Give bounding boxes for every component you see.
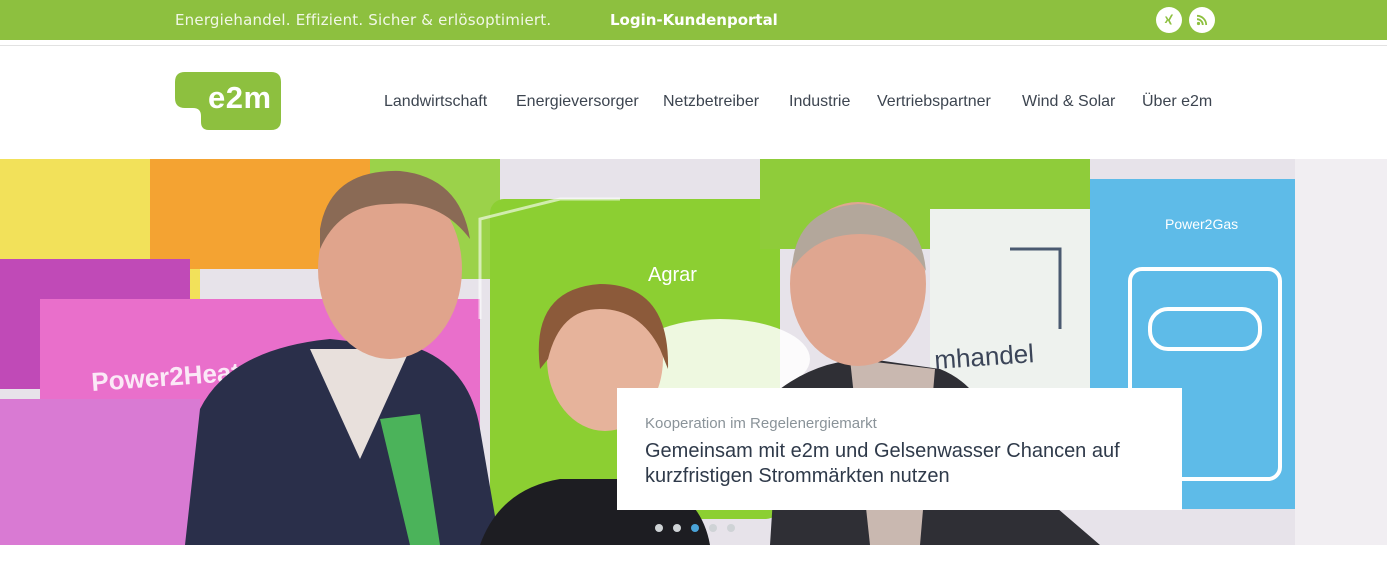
top-bar: Energiehandel. Effizient. Sicher & erlös… bbox=[0, 0, 1387, 40]
nav-item-vertriebspartner[interactable]: Vertriebspartner bbox=[877, 93, 991, 111]
caption-title[interactable]: Gemeinsam mit e2m und Gelsenwasser Chanc… bbox=[645, 439, 1165, 489]
slider-dot[interactable] bbox=[727, 524, 735, 532]
xing-glyph bbox=[1164, 14, 1174, 25]
logo-text: e2m bbox=[208, 80, 272, 115]
nav-item-landwirtschaft[interactable]: Landwirtschaft bbox=[384, 93, 487, 111]
login-kundenportal-link[interactable]: Login-Kundenportal bbox=[610, 11, 778, 29]
slider-dot[interactable] bbox=[655, 524, 663, 532]
rss-glyph bbox=[1196, 14, 1208, 26]
slider-dot[interactable] bbox=[673, 524, 681, 532]
nav-item-netzbetreiber[interactable]: Netzbetreiber bbox=[663, 93, 759, 111]
panel-text-power2gas: Power2Gas bbox=[1165, 216, 1238, 232]
slider-dot-active[interactable] bbox=[691, 524, 699, 532]
nav-item-energieversorger[interactable]: Energieversorger bbox=[516, 93, 639, 111]
hero-slider[interactable]: Agrar Power2Heat Power2Gas mhandel Koope… bbox=[0, 159, 1387, 545]
nav-item-industrie[interactable]: Industrie bbox=[789, 93, 850, 111]
tagline: Energiehandel. Effizient. Sicher & erlös… bbox=[175, 11, 552, 29]
slider-dot[interactable] bbox=[709, 524, 717, 532]
panel-text-agrar: Agrar bbox=[648, 264, 697, 286]
xing-icon[interactable] bbox=[1156, 7, 1182, 33]
nav-item-wind-solar[interactable]: Wind & Solar bbox=[1022, 93, 1115, 111]
site-header: e2m Landwirtschaft Energieversorger Netz… bbox=[0, 47, 1387, 159]
slide-caption[interactable]: Kooperation im Regelenergiemarkt Gemeins… bbox=[617, 388, 1182, 510]
caption-kicker: Kooperation im Regelenergiemarkt bbox=[645, 415, 877, 432]
top-bar-divider bbox=[0, 40, 1387, 46]
nav-item-ueber-e2m[interactable]: Über e2m bbox=[1142, 93, 1212, 111]
e2m-logo[interactable]: e2m bbox=[175, 72, 281, 130]
slider-dots bbox=[655, 524, 735, 532]
rss-icon[interactable] bbox=[1189, 7, 1215, 33]
